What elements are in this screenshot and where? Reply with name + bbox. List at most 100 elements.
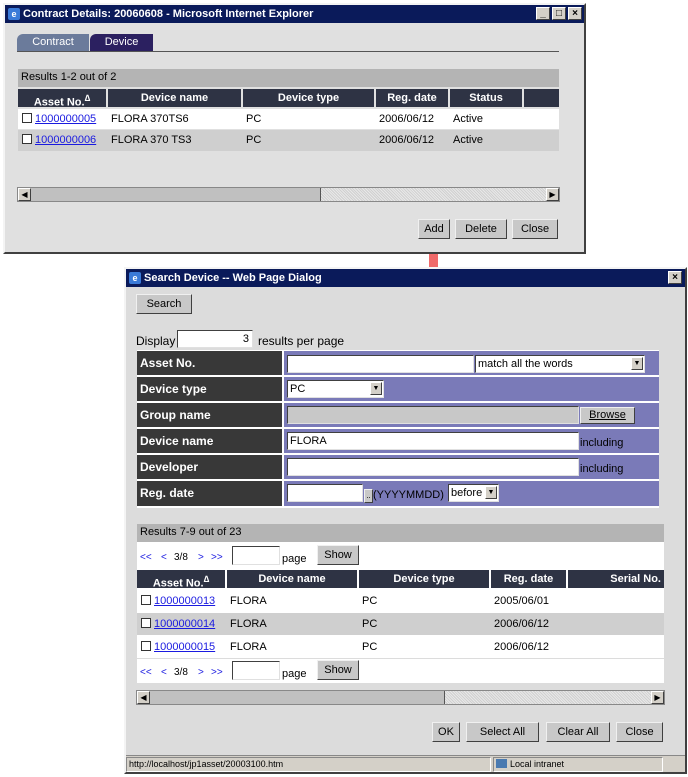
- row-checkbox[interactable]: [141, 641, 151, 651]
- developer-input[interactable]: [287, 458, 579, 476]
- col-device-name[interactable]: Device name: [108, 89, 241, 107]
- col-status[interactable]: Status: [450, 89, 522, 107]
- prev-page-link[interactable]: <: [161, 667, 167, 678]
- col-device-type[interactable]: Device type: [243, 89, 374, 107]
- asset-link[interactable]: 1000000013: [154, 595, 215, 607]
- tab-divider: [17, 51, 559, 52]
- row-checkbox[interactable]: [141, 595, 151, 605]
- device-name: FLORA: [230, 595, 267, 607]
- asset-link[interactable]: 1000000006: [35, 134, 96, 146]
- add-button[interactable]: Add: [418, 219, 450, 239]
- device-type-select[interactable]: PC ▼: [287, 380, 384, 398]
- group-name-input: [287, 406, 579, 424]
- page-label: page: [282, 668, 307, 680]
- tab-contract[interactable]: Contract: [17, 34, 89, 51]
- reg-date-input[interactable]: [287, 484, 363, 502]
- results-count: Results 7-9 out of 23: [137, 524, 664, 542]
- prev-page-link[interactable]: <: [161, 552, 167, 563]
- select-all-button[interactable]: Select All: [466, 722, 539, 742]
- date-picker-button[interactable]: ..: [364, 489, 373, 503]
- display-label: Display: [136, 334, 176, 348]
- close-dialog-button[interactable]: ×: [668, 271, 682, 284]
- browse-button[interactable]: Browse: [580, 407, 635, 424]
- show-button[interactable]: Show: [317, 545, 359, 565]
- page-indicator: 3/8: [174, 552, 188, 563]
- group-name-label: Group name: [137, 403, 282, 427]
- chevron-down-icon: ▼: [370, 382, 382, 395]
- asset-no-input[interactable]: [287, 355, 474, 373]
- status: Active: [453, 134, 483, 146]
- date-format-hint: (YYYYMMDD): [373, 489, 444, 501]
- title-bar: e Search Device -- Web Page Dialog ×: [126, 269, 685, 287]
- asset-link[interactable]: 1000000005: [35, 113, 96, 125]
- chevron-down-icon: ▼: [631, 357, 643, 370]
- show-button[interactable]: Show: [317, 660, 359, 680]
- reg-date: 2006/06/12: [494, 641, 550, 653]
- display-suffix: results per page: [258, 334, 345, 348]
- close-button[interactable]: Close: [512, 219, 558, 239]
- device-type: PC: [362, 595, 378, 607]
- sort-icon: ∆: [84, 93, 91, 103]
- reg-date: 2005/06/01: [494, 595, 550, 607]
- date-condition-select[interactable]: before ▼: [448, 484, 499, 502]
- next-page-link[interactable]: >: [198, 667, 204, 678]
- delete-button[interactable]: Delete: [455, 219, 507, 239]
- reg-date-label: Reg. date: [137, 481, 282, 506]
- search-button[interactable]: Search: [136, 294, 192, 314]
- first-page-link[interactable]: <<: [140, 667, 152, 678]
- status-bar: http://localhost/jp1asset/20003100.htm L…: [126, 755, 685, 772]
- device-type-label: Device type: [137, 377, 282, 401]
- chevron-down-icon: ▼: [485, 486, 497, 499]
- scroll-right-arrow[interactable]: ▶: [651, 691, 664, 704]
- row-checkbox[interactable]: [22, 113, 32, 123]
- reg-date: 2006/06/12: [379, 113, 435, 125]
- next-page-link[interactable]: >: [198, 552, 204, 563]
- row-checkbox[interactable]: [22, 134, 32, 144]
- results-per-page-input[interactable]: 3: [177, 330, 253, 348]
- results-count: Results 1-2 out of 2: [18, 69, 559, 87]
- maximize-button[interactable]: □: [552, 7, 566, 20]
- col-serial-no[interactable]: Serial No.: [568, 570, 664, 588]
- asset-link[interactable]: 1000000014: [154, 618, 215, 630]
- tab-device[interactable]: Device: [90, 34, 153, 51]
- last-page-link[interactable]: >>: [211, 667, 223, 678]
- clear-all-button[interactable]: Clear All: [546, 722, 610, 742]
- ie-icon: e: [129, 272, 141, 284]
- col-reg-date[interactable]: Reg. date: [376, 89, 448, 107]
- scroll-thumb[interactable]: [137, 691, 445, 704]
- first-page-link[interactable]: <<: [140, 552, 152, 563]
- match-select[interactable]: match all the words ▼: [475, 355, 645, 373]
- scroll-right-arrow[interactable]: ▶: [546, 188, 559, 201]
- window-title: Contract Details: 20060608 - Microsoft I…: [23, 8, 314, 20]
- col-extra: [524, 89, 559, 107]
- minimize-button[interactable]: _: [536, 7, 550, 20]
- developer-suffix: including: [580, 463, 624, 475]
- page-label: page: [282, 553, 307, 565]
- col-reg-date[interactable]: Reg. date: [491, 570, 566, 588]
- asset-link[interactable]: 1000000015: [154, 641, 215, 653]
- device-name: FLORA 370TS6: [111, 113, 189, 125]
- row-checkbox[interactable]: [141, 618, 151, 628]
- title-bar: e Contract Details: 20060608 - Microsoft…: [5, 5, 584, 23]
- page-input[interactable]: [232, 546, 280, 565]
- developer-label: Developer: [137, 455, 282, 479]
- horizontal-scrollbar[interactable]: ◀ ▶: [136, 690, 665, 705]
- ok-button[interactable]: OK: [432, 722, 460, 742]
- last-page-link[interactable]: >>: [211, 552, 223, 563]
- dialog-title: Search Device -- Web Page Dialog: [144, 272, 322, 284]
- col-asset-no[interactable]: Asset No.∆: [137, 570, 225, 590]
- device-name-input[interactable]: FLORA: [287, 432, 579, 450]
- scroll-left-arrow[interactable]: ◀: [18, 188, 31, 201]
- reg-date: 2006/06/12: [494, 618, 550, 630]
- col-device-type[interactable]: Device type: [359, 570, 489, 588]
- device-name: FLORA: [230, 618, 267, 630]
- scroll-thumb[interactable]: [18, 188, 321, 201]
- horizontal-scrollbar[interactable]: ◀ ▶: [17, 187, 560, 202]
- col-device-name[interactable]: Device name: [227, 570, 357, 588]
- col-asset-no[interactable]: Asset No.∆: [18, 89, 106, 109]
- scroll-left-arrow[interactable]: ◀: [137, 691, 150, 704]
- status-url: http://localhost/jp1asset/20003100.htm: [126, 757, 491, 772]
- close-button[interactable]: Close: [616, 722, 663, 742]
- page-input[interactable]: [232, 661, 280, 680]
- close-window-button[interactable]: ×: [568, 7, 582, 20]
